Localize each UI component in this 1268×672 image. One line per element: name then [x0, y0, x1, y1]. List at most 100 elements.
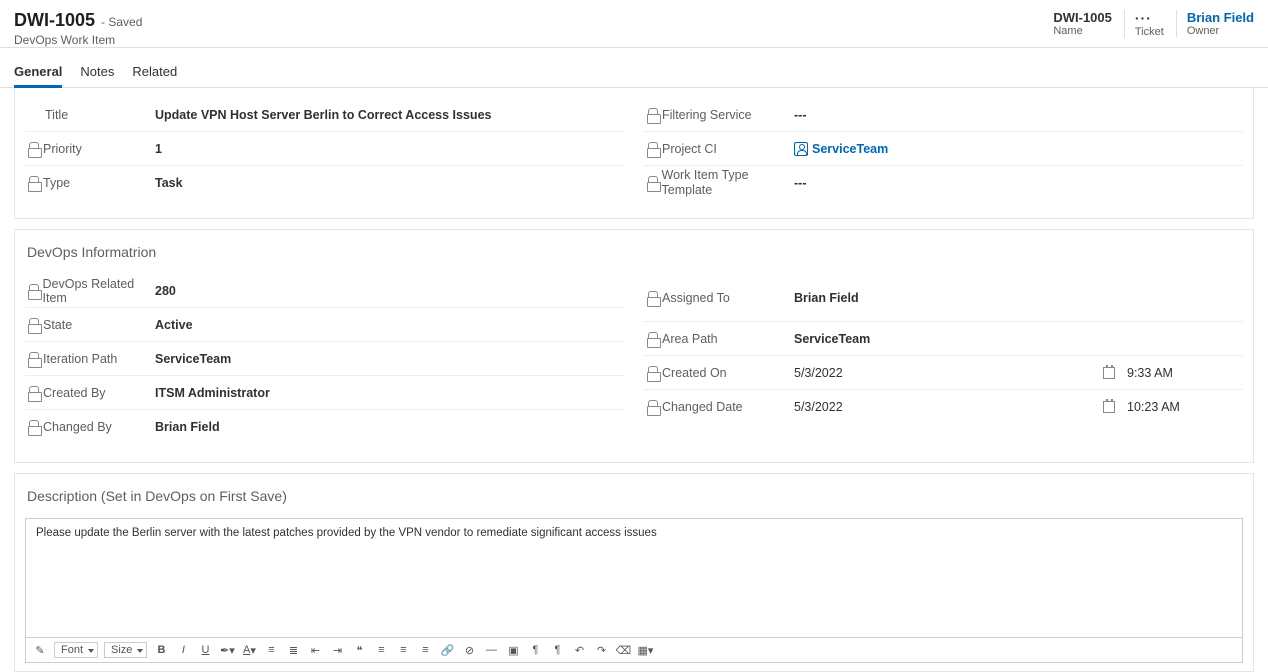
header-left: DWI-1005 - Saved DevOps Work Item — [14, 10, 142, 47]
lock-icon — [648, 108, 658, 118]
label-priority: Priority — [43, 142, 82, 156]
bullets-button[interactable]: ≡ — [263, 641, 279, 659]
outdent-button[interactable]: ⇤ — [307, 641, 323, 659]
lock-icon — [648, 332, 658, 342]
italic-button[interactable]: I — [175, 641, 191, 659]
undo-button[interactable]: ↶ — [571, 641, 587, 659]
value-type: Task — [155, 176, 624, 190]
field-priority[interactable]: Priority 1 — [25, 132, 624, 166]
hr-button[interactable]: — — [483, 641, 499, 659]
lock-icon — [648, 142, 658, 152]
team-icon — [794, 142, 808, 156]
field-title[interactable]: Title Update VPN Host Server Berlin to C… — [25, 98, 624, 132]
align-center-button[interactable]: ≡ — [395, 641, 411, 659]
value-related-item: 280 — [155, 284, 624, 298]
field-createdon[interactable]: Created On 5/3/2022 9:33 AM — [644, 356, 1243, 390]
field-project-ci[interactable]: Project CI ServiceTeam — [644, 132, 1243, 166]
field-state[interactable]: State Active — [25, 308, 624, 342]
size-select[interactable]: Size — [104, 642, 147, 658]
label-createdon: Created On — [662, 366, 727, 380]
header-ticket-value: ··· — [1135, 10, 1152, 26]
fontcolor-button[interactable]: A▾ — [241, 641, 257, 659]
header-name: DWI-1005 Name — [1053, 10, 1112, 37]
value-createdby: ITSM Administrator — [155, 386, 624, 400]
label-changeddate: Changed Date — [662, 400, 743, 414]
align-right-button[interactable]: ≡ — [417, 641, 433, 659]
underline-button[interactable]: U — [197, 641, 213, 659]
label-changedby: Changed By — [43, 420, 112, 434]
ltr-button[interactable]: ¶ — [527, 641, 543, 659]
value-project-ci: ServiceTeam — [794, 142, 1243, 156]
indent-button[interactable]: ⇥ — [329, 641, 345, 659]
field-iteration[interactable]: Iteration Path ServiceTeam — [25, 342, 624, 376]
field-createdby[interactable]: Created By ITSM Administrator — [25, 376, 624, 410]
tab-bar: General Notes Related — [0, 54, 1268, 88]
field-type[interactable]: Type Task — [25, 166, 624, 200]
align-left-button[interactable]: ≡ — [373, 641, 389, 659]
field-changeddate[interactable]: Changed Date 5/3/2022 10:23 AM — [644, 390, 1243, 424]
header-name-label: Name — [1053, 25, 1082, 37]
lock-icon — [648, 291, 658, 301]
lock-icon — [29, 420, 39, 430]
lock-icon — [648, 176, 658, 186]
lock-icon — [29, 386, 39, 396]
unlink-button[interactable]: ⊘ — [461, 641, 477, 659]
header-name-value: DWI-1005 — [1053, 10, 1112, 25]
value-assigned: Brian Field — [794, 291, 1243, 305]
header-owner[interactable]: Brian Field Owner — [1176, 10, 1254, 37]
tab-general[interactable]: General — [14, 64, 62, 87]
header-ticket[interactable]: ··· Ticket — [1124, 10, 1164, 38]
numbering-button[interactable]: ≣ — [285, 641, 301, 659]
tab-notes[interactable]: Notes — [80, 64, 114, 87]
record-type: DevOps Work Item — [14, 33, 142, 47]
rich-text-toolbar: ✎ Font Size B I U ✒▾ A▾ ≡ ≣ ⇤ ⇥ ❝ ≡ ≡ ≡ … — [25, 638, 1243, 663]
value-project-ci-text: ServiceTeam — [812, 142, 888, 156]
calendar-icon — [1103, 401, 1115, 413]
field-filtering[interactable]: Filtering Service --- — [644, 98, 1243, 132]
value-template: --- — [794, 176, 1243, 190]
label-iteration: Iteration Path — [43, 352, 117, 366]
label-type: Type — [43, 176, 70, 190]
header-owner-value: Brian Field — [1187, 10, 1254, 25]
label-createdby: Created By — [43, 386, 106, 400]
clear-button[interactable]: ⌫ — [615, 641, 631, 659]
value-createdon-time: 9:33 AM — [1127, 366, 1173, 380]
rtl-button[interactable]: ¶ — [549, 641, 565, 659]
section-devops: DevOps Informatrion DevOps Related Item … — [14, 229, 1254, 463]
lock-icon — [648, 366, 658, 376]
lock-icon — [648, 400, 658, 410]
label-assigned: Assigned To — [662, 291, 730, 305]
bold-button[interactable]: B — [153, 641, 169, 659]
lock-icon — [29, 318, 39, 328]
section-devops-title: DevOps Informatrion — [25, 240, 1243, 268]
field-related-item[interactable]: DevOps Related Item 280 — [25, 274, 624, 308]
image-button[interactable]: ▣ — [505, 641, 521, 659]
lock-icon — [29, 142, 39, 152]
redo-button[interactable]: ↷ — [593, 641, 609, 659]
value-filtering: --- — [794, 108, 1243, 122]
link-button[interactable]: 🔗 — [439, 641, 455, 659]
field-assigned[interactable]: Assigned To Brian Field — [644, 274, 1243, 322]
label-title: Title — [25, 108, 155, 122]
description-editor[interactable]: Please update the Berlin server with the… — [25, 518, 1243, 638]
value-title: Update VPN Host Server Berlin to Correct… — [155, 108, 624, 122]
font-select[interactable]: Font — [54, 642, 98, 658]
highlight-button[interactable]: ✒▾ — [219, 641, 235, 659]
value-createdon-date: 5/3/2022 — [794, 366, 1103, 380]
value-state: Active — [155, 318, 624, 332]
lock-icon — [29, 352, 39, 362]
save-status: - Saved — [101, 15, 142, 29]
label-template: Work Item Type Template — [662, 168, 794, 198]
label-project-ci: Project CI — [662, 142, 717, 156]
brush-icon[interactable]: ✎ — [32, 641, 48, 659]
quote-button[interactable]: ❝ — [351, 641, 367, 659]
field-area[interactable]: Area Path ServiceTeam — [644, 322, 1243, 356]
page-header: DWI-1005 - Saved DevOps Work Item DWI-10… — [0, 0, 1268, 48]
label-state: State — [43, 318, 72, 332]
table-button[interactable]: ▦▾ — [637, 641, 653, 659]
calendar-icon — [1103, 367, 1115, 379]
value-changeddate-time: 10:23 AM — [1127, 400, 1180, 414]
tab-related[interactable]: Related — [132, 64, 177, 87]
field-template[interactable]: Work Item Type Template --- — [644, 166, 1243, 200]
field-changedby[interactable]: Changed By Brian Field — [25, 410, 624, 444]
